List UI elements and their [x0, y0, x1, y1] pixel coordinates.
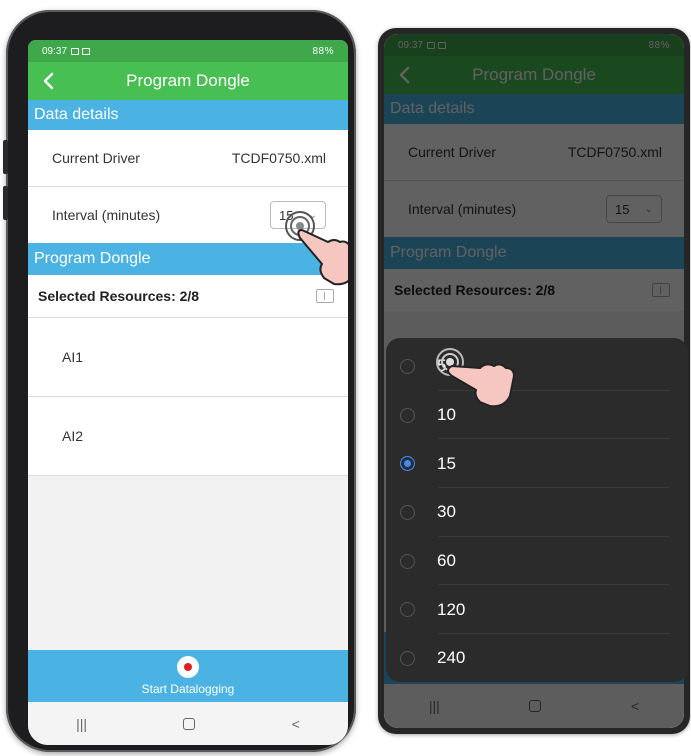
list-item[interactable]: AI1 — [28, 318, 348, 396]
interval-options-popup: 5 10 15 30 60 120 240 — [386, 338, 688, 682]
interval-option-60[interactable]: 60 — [386, 537, 688, 586]
current-driver-label: Current Driver — [52, 150, 140, 166]
interval-option-240[interactable]: 240 — [386, 634, 688, 683]
status-battery: 88% — [312, 45, 334, 57]
right-phone-frame: 09:37 88% Program Dongle Data details Cu… — [378, 28, 690, 734]
interval-option-5[interactable]: 5 — [386, 342, 688, 391]
option-label: 240 — [437, 648, 466, 668]
interval-label: Interval (minutes) — [52, 207, 161, 223]
radio-button[interactable] — [400, 602, 415, 618]
option-label: 60 — [437, 551, 456, 571]
current-driver-value: TCDF0750.xml — [231, 150, 326, 166]
back-nav-button[interactable]: < — [292, 716, 300, 732]
volume-down-button — [3, 186, 8, 220]
start-datalogging-button[interactable]: Start Datalogging — [28, 650, 348, 702]
left-phone-frame: 09:37 88% Program Dongle Data details Cu… — [3, 10, 356, 752]
interval-option-15[interactable]: 15 — [386, 439, 688, 489]
notification-icon — [82, 47, 91, 55]
interval-option-10[interactable]: 10 — [386, 391, 688, 440]
page-title: Program Dongle — [126, 71, 250, 90]
list-item[interactable]: AI2 — [28, 397, 348, 475]
status-time: 09:37 — [42, 45, 68, 57]
tap-hand-icon — [436, 348, 515, 408]
chevron-left-icon — [43, 72, 54, 90]
left-screen: 09:37 88% Program Dongle Data details Cu… — [28, 40, 348, 745]
interval-option-30[interactable]: 30 — [386, 488, 688, 537]
radio-button[interactable] — [400, 504, 415, 520]
record-icon — [177, 656, 199, 678]
app-bar: Program Dongle — [28, 62, 348, 100]
radio-button[interactable] — [400, 650, 415, 666]
recents-nav-button[interactable]: ||| — [76, 716, 87, 732]
system-nav-bar: ||| < — [28, 702, 348, 745]
divider — [28, 475, 348, 476]
resource-label: AI1 — [62, 349, 84, 365]
radio-button[interactable] — [400, 358, 415, 374]
radio-button-selected[interactable] — [400, 456, 415, 472]
radio-button[interactable] — [400, 553, 415, 569]
option-label: 120 — [437, 599, 466, 619]
data-details-header: Data details — [28, 100, 348, 130]
volume-up-button — [3, 140, 8, 174]
current-driver-row: Current Driver TCDF0750.xml — [28, 130, 348, 186]
status-bar: 09:37 88% — [28, 40, 348, 62]
tap-hand-icon — [285, 211, 348, 286]
selected-resources-label: Selected Resources: 2/8 — [38, 288, 200, 304]
option-label: 15 — [437, 453, 456, 473]
start-datalogging-label: Start Datalogging — [141, 682, 235, 696]
notification-icon — [71, 47, 80, 55]
option-label: 30 — [437, 502, 456, 522]
back-button[interactable] — [28, 62, 68, 100]
home-nav-button[interactable] — [183, 717, 196, 730]
radio-button[interactable] — [400, 407, 415, 423]
resource-label: AI2 — [62, 428, 84, 444]
interval-option-120[interactable]: 120 — [386, 585, 688, 635]
